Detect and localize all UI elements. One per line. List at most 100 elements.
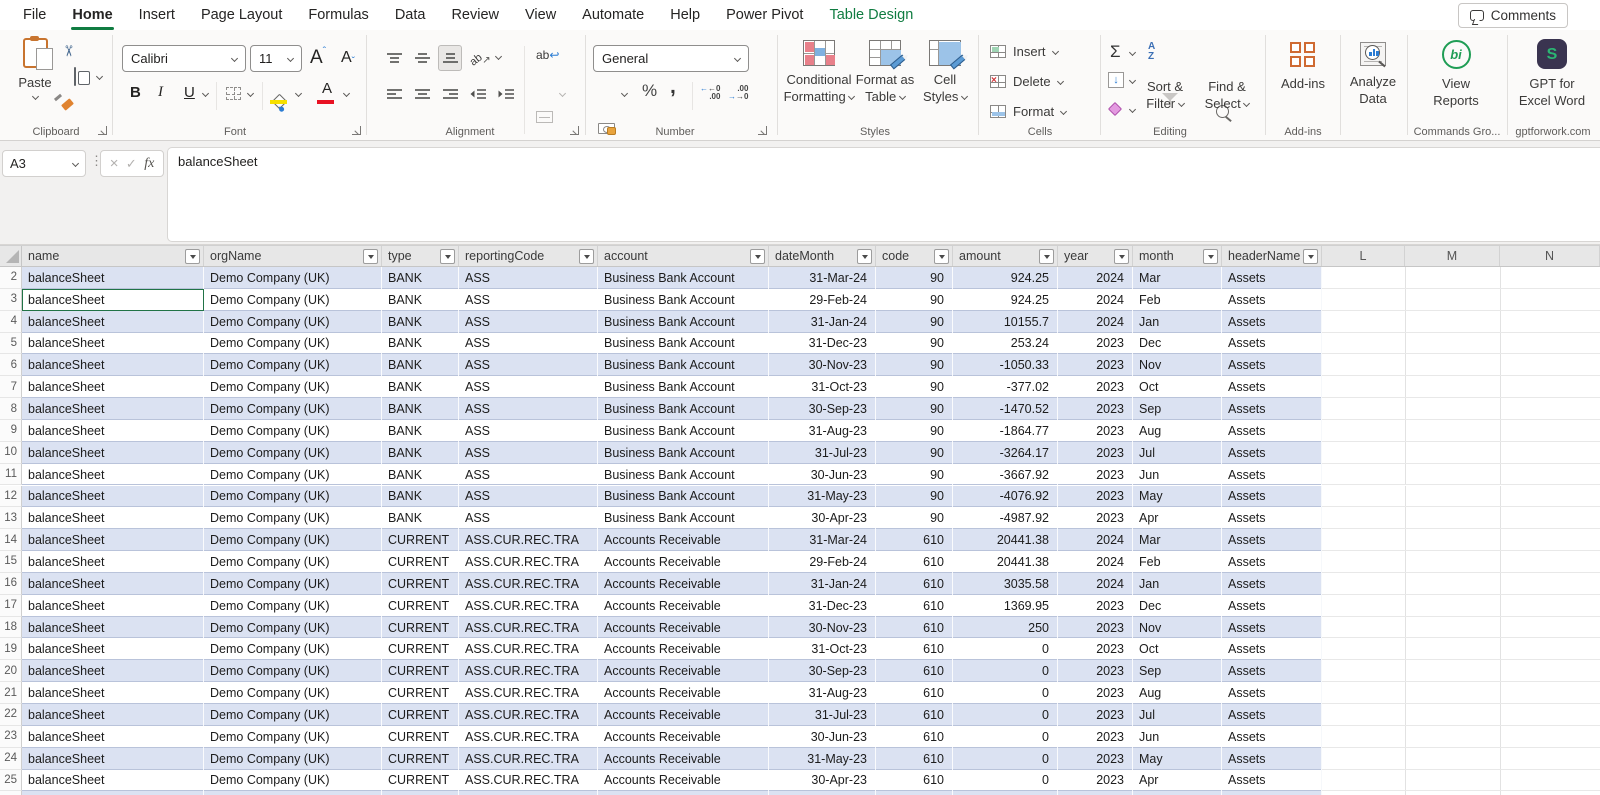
cell-headerName[interactable]: Assets [1222, 441, 1322, 464]
empty-grid-area[interactable] [1322, 704, 1600, 726]
cell-amount[interactable]: -4987.92 [953, 507, 1058, 530]
empty-grid-area[interactable] [1322, 572, 1600, 595]
cell-reportingCode[interactable]: ASS.CUR.REC.TRA [459, 616, 598, 639]
cell-orgName[interactable]: Demo Company (UK) [204, 725, 382, 748]
row-number[interactable]: 7 [0, 376, 22, 399]
cell-year[interactable]: 2023 [1058, 660, 1133, 683]
cell-orgName[interactable]: Demo Company (UK) [204, 310, 382, 333]
align-left-button[interactable] [382, 81, 406, 107]
analyze-data-button[interactable]: Analyze Data [1342, 42, 1404, 107]
cell-orgName[interactable]: Demo Company (UK) [204, 616, 382, 639]
row-number[interactable]: 15 [0, 551, 22, 573]
cell-code[interactable]: 90 [876, 398, 953, 420]
cell-reportingCode[interactable]: ASS [459, 354, 598, 377]
number-format-combo[interactable]: General [593, 45, 749, 72]
cell-month[interactable]: Jun [1133, 725, 1222, 748]
cell-amount[interactable]: 0 [953, 747, 1058, 770]
cell-code[interactable] [876, 791, 953, 795]
tab-review[interactable]: Review [438, 0, 512, 30]
cell-account[interactable]: Accounts Receivable [598, 747, 769, 770]
cell-account[interactable]: Accounts Receivable [598, 572, 769, 595]
cell-orgName[interactable]: Demo Company (UK) [204, 682, 382, 704]
cell-type[interactable]: BANK [382, 463, 459, 486]
cell-dateMonth[interactable]: 31-Mar-24 [769, 267, 876, 289]
cell-year[interactable]: 2023 [1058, 419, 1133, 442]
cell-code[interactable]: 610 [876, 551, 953, 573]
column-header-dateMonth[interactable]: dateMonth [769, 246, 876, 266]
cell-headerName[interactable]: Assets [1222, 376, 1322, 399]
cell-account[interactable]: Business Bank Account [598, 463, 769, 486]
cell-code[interactable]: 610 [876, 616, 953, 639]
column-header-headerName[interactable]: headerName [1222, 246, 1322, 266]
cell-type[interactable]: BANK [382, 332, 459, 355]
empty-grid-area[interactable] [1322, 354, 1600, 377]
cut-button[interactable]: ✂ [59, 42, 76, 61]
cell-amount[interactable]: 3035.58 [953, 572, 1058, 595]
cell-type[interactable]: BANK [382, 288, 459, 311]
filter-dropdown-icon[interactable] [1039, 249, 1054, 264]
cell-headerName[interactable]: Assets [1222, 310, 1322, 333]
font-name-combo[interactable]: Calibri [122, 45, 246, 72]
cell-name[interactable]: balanceSheet [22, 332, 204, 355]
format-as-table-button[interactable]: Format as Table [852, 40, 918, 105]
cell-headerName[interactable]: Assets [1222, 769, 1322, 792]
cell-month[interactable]: May [1133, 747, 1222, 770]
cell-orgName[interactable]: Demo Company (UK) [204, 419, 382, 442]
cell-code[interactable]: 90 [876, 507, 953, 530]
underline-chevron-icon[interactable] [201, 89, 210, 98]
cell-amount[interactable]: -4076.92 [953, 485, 1058, 508]
wrap-text-button[interactable]: ab↩ [536, 48, 559, 62]
cell-code[interactable]: 610 [876, 594, 953, 617]
merge-center-chevron-icon[interactable] [558, 89, 567, 98]
filter-dropdown-icon[interactable] [1303, 249, 1318, 264]
cell-year[interactable]: 2023 [1058, 594, 1133, 617]
cell-month[interactable]: Jul [1133, 441, 1222, 464]
cell-account[interactable]: Accounts Receivable [598, 682, 769, 704]
cell-code[interactable]: 610 [876, 769, 953, 792]
font-size-combo[interactable]: 11 [250, 45, 302, 72]
empty-grid-area[interactable] [1322, 529, 1600, 552]
cell-amount[interactable]: 0 [953, 682, 1058, 704]
empty-grid-area[interactable] [1322, 507, 1600, 530]
cell-type[interactable]: CURRENT [382, 616, 459, 639]
number-dialog-launcher-icon[interactable] [758, 126, 767, 135]
formula-input[interactable]: balanceSheet [167, 147, 1600, 242]
insert-function-button[interactable]: fx [144, 156, 154, 172]
cell-code[interactable]: 610 [876, 638, 953, 661]
cell-reportingCode[interactable]: ASS.CUR.REC.TRA [459, 704, 598, 726]
cell-dateMonth[interactable]: 29-Feb-24 [769, 551, 876, 573]
cell-headerName[interactable]: Assets [1222, 419, 1322, 442]
cell-year[interactable] [1058, 791, 1133, 795]
cell-orgName[interactable]: Demo Company (UK) [204, 769, 382, 792]
cell-year[interactable]: 2023 [1058, 398, 1133, 420]
orientation-chevron-icon[interactable] [494, 52, 503, 61]
row-number[interactable]: 8 [0, 398, 22, 420]
filter-dropdown-icon[interactable] [363, 249, 378, 264]
tab-formulas[interactable]: Formulas [295, 0, 381, 30]
decrease-indent-button[interactable] [466, 81, 490, 107]
cell-dateMonth[interactable]: 30-Nov-23 [769, 616, 876, 639]
cell-name[interactable]: balanceSheet [22, 551, 204, 573]
cell-year[interactable]: 2024 [1058, 551, 1133, 573]
tab-home[interactable]: Home [59, 0, 125, 30]
row-number[interactable]: 19 [0, 638, 22, 661]
empty-grid-area[interactable] [1322, 638, 1600, 661]
row-number[interactable]: 12 [0, 485, 22, 508]
cell-code[interactable]: 90 [876, 376, 953, 399]
empty-grid-area[interactable] [1322, 725, 1600, 748]
cell-year[interactable]: 2024 [1058, 288, 1133, 311]
filter-dropdown-icon[interactable] [1203, 249, 1218, 264]
cell-orgName[interactable]: Demo Company (UK) [204, 572, 382, 595]
cell-styles-button[interactable]: Cell Styles [916, 40, 974, 105]
cell-type[interactable]: BANK [382, 376, 459, 399]
empty-grid-area[interactable] [1322, 682, 1600, 704]
cell-dateMonth[interactable]: 30-Jun-23 [769, 463, 876, 486]
cell-name[interactable]: balanceSheet [22, 376, 204, 399]
select-all-button[interactable] [0, 246, 22, 266]
cell-orgName[interactable]: Demo Company (UK) [204, 660, 382, 683]
cell-account[interactable]: Business Bank Account [598, 310, 769, 333]
cell-month[interactable]: May [1133, 485, 1222, 508]
cell-account[interactable]: Accounts Receivable [598, 704, 769, 726]
view-reports-button[interactable]: bi View Reports [1412, 40, 1500, 109]
copy-chevron-icon[interactable] [95, 72, 104, 81]
